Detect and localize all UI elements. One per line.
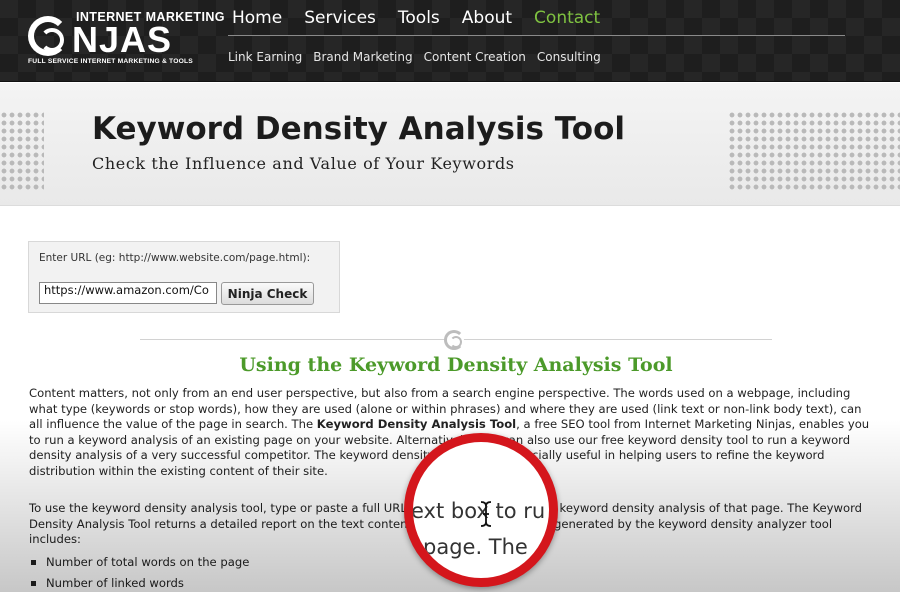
section-title: Using the Keyword Density Analysis Tool: [239, 354, 673, 376]
magnified-text-line2: page. The: [423, 535, 528, 559]
url-form: Enter URL (eg: http://www.website.com/pa…: [28, 241, 340, 313]
url-label: Enter URL (eg: http://www.website.com/pa…: [39, 252, 311, 264]
main-nav: Home Services Tools About Contact: [232, 6, 600, 30]
magnified-text-tail: ru: [523, 499, 546, 523]
page-banner: Keyword Density Analysis Tool Check the …: [0, 83, 900, 206]
dot-arrow-right-icon: [728, 111, 900, 191]
sub-nav: Link Earning Brand Marketing Content Cre…: [228, 48, 601, 66]
subnav-content-creation[interactable]: Content Creation: [424, 48, 526, 66]
dot-arrow-left-icon: [0, 111, 44, 191]
magnifier-overlay: ext box to ru page. The: [404, 433, 558, 587]
nav-about[interactable]: About: [462, 6, 512, 30]
logo-main-text: NJAS: [72, 19, 173, 60]
magnified-text-main: ext box to: [411, 499, 517, 523]
nav-contact[interactable]: Contact: [534, 6, 600, 30]
subnav-consulting[interactable]: Consulting: [537, 48, 601, 66]
site-logo[interactable]: INTERNET MARKETING NJAS FULL SERVICE INT…: [28, 8, 224, 70]
site-header: INTERNET MARKETING NJAS FULL SERVICE INT…: [0, 0, 900, 82]
url-input[interactable]: https://www.amazon.com/Co: [39, 282, 217, 304]
list-item: Number of linked words: [29, 573, 249, 592]
page-subtitle: Check the Influence and Value of Your Ke…: [92, 154, 515, 173]
nav-home[interactable]: Home: [232, 6, 282, 30]
feature-list: Number of total words on the page Number…: [29, 552, 249, 592]
list-item: Number of total words on the page: [29, 552, 249, 573]
subnav-link-earning[interactable]: Link Earning: [228, 48, 302, 66]
swirl-logo-icon: [28, 16, 68, 56]
page-title: Keyword Density Analysis Tool: [92, 111, 626, 147]
nav-divider: [228, 35, 845, 36]
subnav-brand-marketing[interactable]: Brand Marketing: [313, 48, 412, 66]
text-cursor-icon: [480, 501, 492, 527]
swirl-divider-icon: [444, 330, 464, 350]
intro-text-bold: Keyword Density Analysis Tool: [316, 417, 517, 432]
nav-tools[interactable]: Tools: [398, 6, 440, 30]
ninja-check-button[interactable]: Ninja Check: [221, 282, 314, 305]
logo-tagline: FULL SERVICE INTERNET MARKETING & TOOLS: [28, 58, 193, 65]
nav-services[interactable]: Services: [304, 6, 376, 30]
